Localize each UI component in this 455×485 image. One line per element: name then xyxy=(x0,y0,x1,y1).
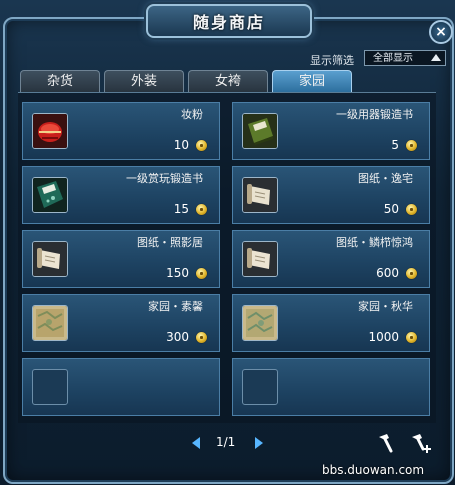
scroll-icon xyxy=(242,177,278,213)
item-name: 一级赏玩锻造书 xyxy=(126,172,203,185)
empty-slot-icon xyxy=(242,369,278,405)
tab-womens[interactable]: 女袴 xyxy=(188,70,268,92)
teal-book-icon xyxy=(32,177,68,213)
item-name: 妆粉 xyxy=(181,108,203,121)
shop-window: 随身商店 × 显示筛选 全部显示 杂货 外装 女袴 家园 妆粉 10 一级用器锻… xyxy=(0,0,455,485)
shop-item-slot[interactable]: 家园・秋华 1000 xyxy=(232,294,430,352)
item-grid: 妆粉 10 一级用器锻造书 5 一级赏玩锻造书 15 图纸・逸宅 50 图纸・照… xyxy=(18,92,436,423)
item-name: 家园・素馨 xyxy=(148,300,203,313)
item-price: 300 xyxy=(166,330,189,344)
shop-item-slot[interactable]: 图纸・逸宅 50 xyxy=(232,166,430,224)
next-page-icon[interactable] xyxy=(255,437,263,449)
item-price: 5 xyxy=(391,138,399,152)
category-tabs: 杂货 外装 女袴 家园 xyxy=(20,70,356,92)
coin-icon xyxy=(196,204,207,215)
coin-icon xyxy=(196,268,207,279)
window-title: 随身商店 xyxy=(146,4,312,38)
page-indicator: 1/1 xyxy=(216,435,236,449)
filter-dropdown[interactable]: 全部显示 xyxy=(364,50,446,66)
item-price: 10 xyxy=(173,138,189,152)
hammer-plus-icon[interactable] xyxy=(410,432,431,454)
tab-groceries[interactable]: 杂货 xyxy=(20,70,100,92)
tab-outfits[interactable]: 外装 xyxy=(104,70,184,92)
item-name: 图纸・鳞栉惊鸿 xyxy=(336,236,413,249)
item-name: 图纸・照影居 xyxy=(137,236,203,249)
item-name: 一级用器锻造书 xyxy=(336,108,413,121)
filter-label: 显示筛选 xyxy=(310,54,354,67)
shop-item-slot[interactable]: 一级赏玩锻造书 15 xyxy=(22,166,220,224)
item-name: 家园・秋华 xyxy=(358,300,413,313)
coin-icon xyxy=(406,268,417,279)
empty-slot-icon xyxy=(32,369,68,405)
item-price: 150 xyxy=(166,266,189,280)
hammer-icon[interactable] xyxy=(376,432,396,454)
filter-value: 全部显示 xyxy=(373,53,413,64)
coin-icon xyxy=(196,140,207,151)
item-price: 50 xyxy=(383,202,399,216)
shop-item-slot-empty[interactable] xyxy=(22,358,220,416)
item-price: 1000 xyxy=(368,330,399,344)
shop-item-slot[interactable]: 图纸・照影居 150 xyxy=(22,230,220,288)
watermark-text: bbs.duowan.com xyxy=(322,463,425,477)
item-name: 图纸・逸宅 xyxy=(358,172,413,185)
coin-icon xyxy=(406,204,417,215)
dropdown-arrow-icon xyxy=(431,54,441,61)
shop-item-slot[interactable]: 妆粉 10 xyxy=(22,102,220,160)
red-pouch-icon xyxy=(32,113,68,149)
shop-item-slot-empty[interactable] xyxy=(232,358,430,416)
scroll-icon xyxy=(242,241,278,277)
shop-item-slot[interactable]: 一级用器锻造书 5 xyxy=(232,102,430,160)
map-tile-icon xyxy=(32,305,68,341)
green-book-icon xyxy=(242,113,278,149)
map-tile-icon xyxy=(242,305,278,341)
coin-icon xyxy=(196,332,207,343)
item-price: 15 xyxy=(173,202,189,216)
prev-page-icon[interactable] xyxy=(192,437,200,449)
tab-home[interactable]: 家园 xyxy=(272,70,352,92)
coin-icon xyxy=(406,332,417,343)
coin-icon xyxy=(406,140,417,151)
shop-item-slot[interactable]: 家园・素馨 300 xyxy=(22,294,220,352)
close-button[interactable]: × xyxy=(429,20,453,44)
scroll-icon xyxy=(32,241,68,277)
shop-item-slot[interactable]: 图纸・鳞栉惊鸿 600 xyxy=(232,230,430,288)
item-price: 600 xyxy=(376,266,399,280)
